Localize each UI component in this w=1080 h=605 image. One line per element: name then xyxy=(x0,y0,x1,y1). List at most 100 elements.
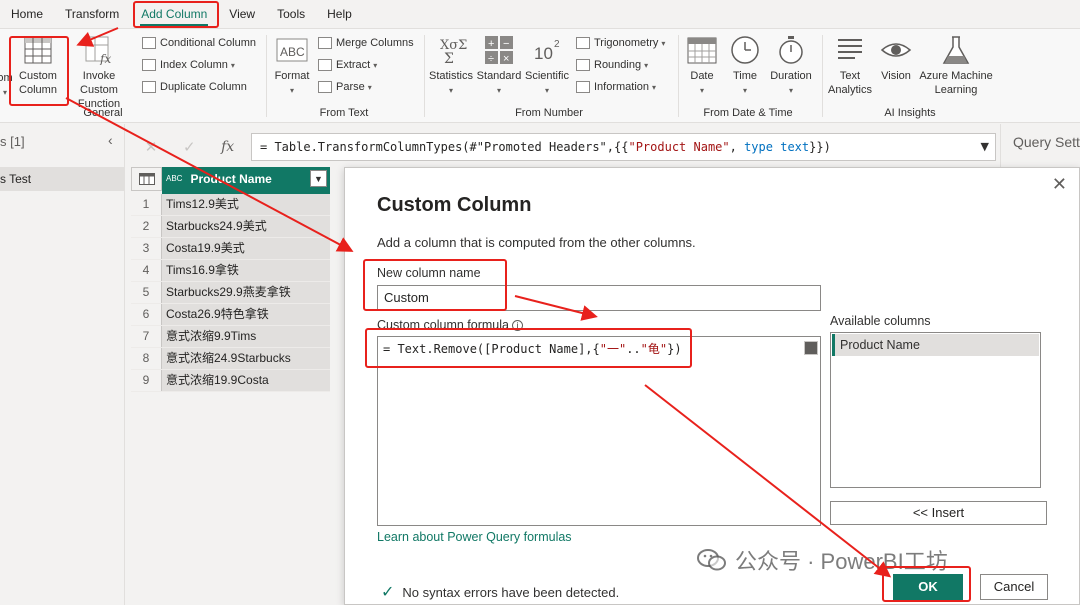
formula-text[interactable]: = Text.Remove([Product Name],{"一".."龟"}) xyxy=(383,340,682,357)
text-analytics-icon xyxy=(838,39,862,59)
close-icon[interactable]: ✕ xyxy=(1052,174,1067,195)
standard-button[interactable]: + − ÷ × Standard ▾ xyxy=(476,35,522,98)
available-columns-list[interactable]: Product Name xyxy=(830,332,1041,488)
parse-button[interactable]: Parse ▾ xyxy=(318,78,372,96)
trigonometry-icon xyxy=(576,37,590,49)
conditional-column-button[interactable]: Conditional Column xyxy=(142,34,256,52)
menu-home[interactable]: Home xyxy=(0,0,54,28)
data-grid: ABC Product Name ▼ 1 Tims12.9美式 2 Starbuck… xyxy=(131,167,330,392)
info-icon[interactable]: i xyxy=(512,320,523,332)
extract-icon xyxy=(318,59,332,71)
ribbon-separator xyxy=(678,35,679,117)
ok-button[interactable]: OK xyxy=(893,574,963,600)
function-icon: fx xyxy=(85,36,111,65)
table-cell[interactable]: Tims12.9美式 xyxy=(162,194,330,215)
index-column-button[interactable]: Index Column ▾ xyxy=(142,56,235,74)
eye-icon xyxy=(880,43,912,57)
row-number: 5 xyxy=(131,282,162,303)
new-column-name-label: New column name xyxy=(377,266,481,280)
statistics-button[interactable]: XσΣ Σ Statistics ▾ xyxy=(428,35,474,98)
table-row[interactable]: 4 Tims16.9拿铁 xyxy=(131,260,330,282)
merge-columns-button[interactable]: Merge Columns xyxy=(318,34,414,52)
duplicate-column-button[interactable]: Duplicate Column xyxy=(142,78,247,96)
formula-bar[interactable]: = Table.TransformColumnTypes(#"Promoted … xyxy=(251,133,996,161)
cancel-button[interactable]: Cancel xyxy=(980,574,1048,600)
table-row[interactable]: 2 Starbucks24.9美式 xyxy=(131,216,330,238)
row-number: 2 xyxy=(131,216,162,237)
watermark: 公众号 · PowerBI工坊 xyxy=(697,544,948,576)
commit-formula-icon[interactable]: ✓ xyxy=(183,138,196,156)
format-button[interactable]: ABC Format ▾ xyxy=(272,35,312,98)
date-button[interactable]: Date ▾ xyxy=(682,35,722,98)
table-cell[interactable]: 意式浓缩24.9Starbucks xyxy=(162,348,330,369)
column-filter-dropdown-icon[interactable]: ▼ xyxy=(310,170,327,187)
syntax-status: ✓ No syntax errors have been detected. xyxy=(381,584,620,601)
index-column-icon xyxy=(142,59,156,71)
text-analytics-button[interactable]: Text Analytics xyxy=(826,35,874,97)
table-menu-icon[interactable] xyxy=(131,167,162,191)
query-settings-title: Query Settings xyxy=(1013,134,1080,150)
conditional-column-icon xyxy=(142,37,156,49)
group-label-from-number: From Number xyxy=(515,107,583,119)
table-row[interactable]: 1 Tims12.9美式 xyxy=(131,194,330,216)
table-row[interactable]: 3 Costa19.9美式 xyxy=(131,238,330,260)
learn-formulas-link[interactable]: Learn about Power Query formulas xyxy=(377,530,572,544)
extract-button[interactable]: Extract ▾ xyxy=(318,56,377,74)
rounding-icon xyxy=(576,59,590,71)
scientific-button[interactable]: 10 2 Scientific ▾ xyxy=(524,35,570,98)
column-header-label: Product Name xyxy=(190,172,272,186)
stopwatch-icon xyxy=(779,36,803,64)
menu-help[interactable]: Help xyxy=(316,0,363,28)
queries-pane-header: s [1] xyxy=(0,134,25,149)
collapse-chevron-icon[interactable]: ‹ xyxy=(108,132,113,148)
ribbon-separator xyxy=(266,35,267,117)
trigonometry-button[interactable]: Trigonometry ▾ xyxy=(576,34,665,52)
new-column-name-input[interactable]: Custom xyxy=(377,285,821,311)
information-button[interactable]: Information ▾ xyxy=(576,78,656,96)
table-cell[interactable]: Starbucks29.9燕麦拿铁 xyxy=(162,282,330,303)
formula-editor[interactable]: = Text.Remove([Product Name],{"一".."龟"}) xyxy=(377,336,821,526)
cancel-formula-icon[interactable]: ✕ xyxy=(145,138,158,156)
editor-scrollbar-thumb[interactable] xyxy=(804,341,818,355)
parse-icon xyxy=(318,81,332,93)
dialog-title: Custom Column xyxy=(377,194,532,216)
table-row[interactable]: 7 意式浓缩9.9Tims xyxy=(131,326,330,348)
menu-view[interactable]: View xyxy=(218,0,266,28)
svg-text:−: − xyxy=(503,38,509,50)
row-number: 1 xyxy=(131,194,162,215)
list-item[interactable]: Product Name xyxy=(832,334,1039,356)
duration-button[interactable]: Duration ▾ xyxy=(768,35,814,98)
table-row[interactable]: 9 意式浓缩19.9Costa xyxy=(131,370,330,392)
invoke-custom-function-button[interactable]: fx Invoke Custom Function xyxy=(64,35,134,111)
menu-transform[interactable]: Transform xyxy=(54,0,130,28)
table-cell[interactable]: 意式浓缩19.9Costa xyxy=(162,370,330,391)
table-cell[interactable]: Starbucks24.9美式 xyxy=(162,216,330,237)
wechat-icon xyxy=(697,549,726,571)
table-row[interactable]: 8 意式浓缩24.9Starbucks xyxy=(131,348,330,370)
time-button[interactable]: Time ▾ xyxy=(725,35,765,98)
ribbon-separator xyxy=(424,35,425,117)
menu-tools[interactable]: Tools xyxy=(266,0,316,28)
expand-formula-chevron-icon[interactable]: ▼ xyxy=(981,134,989,160)
table-row[interactable]: 5 Starbucks29.9燕麦拿铁 xyxy=(131,282,330,304)
azure-machine-learning-button[interactable]: Azure Machine Learning xyxy=(918,35,994,97)
vision-button[interactable]: Vision xyxy=(876,35,916,83)
menu-bar: Home Transform Add Column View Tools Hel… xyxy=(0,0,1080,28)
fx-icon[interactable]: fx xyxy=(221,139,234,155)
ribbon: om ▾ Custom Column fx Invoke Custom Functio… xyxy=(0,28,1080,123)
format-icon: ABC xyxy=(276,38,308,62)
table-cell[interactable]: Costa26.9特色拿铁 xyxy=(162,304,330,325)
table-cell[interactable]: Costa19.9美式 xyxy=(162,238,330,259)
table-cell[interactable]: 意式浓缩9.9Tims xyxy=(162,326,330,347)
svg-text:2: 2 xyxy=(554,39,560,50)
custom-column-button[interactable]: Custom Column xyxy=(12,35,64,97)
table-row[interactable]: 6 Costa26.9特色拿铁 xyxy=(131,304,330,326)
query-item[interactable]: s Test xyxy=(0,167,125,191)
insert-button[interactable]: << Insert xyxy=(830,501,1047,525)
dialog-description: Add a column that is computed from the o… xyxy=(377,235,696,250)
table-cell[interactable]: Tims16.9拿铁 xyxy=(162,260,330,281)
rounding-button[interactable]: Rounding ▾ xyxy=(576,56,648,74)
column-header-product-name[interactable]: ABC Product Name ▼ xyxy=(162,167,330,191)
menu-add-column[interactable]: Add Column xyxy=(130,0,218,28)
text-type-icon[interactable]: ABC xyxy=(166,175,182,183)
